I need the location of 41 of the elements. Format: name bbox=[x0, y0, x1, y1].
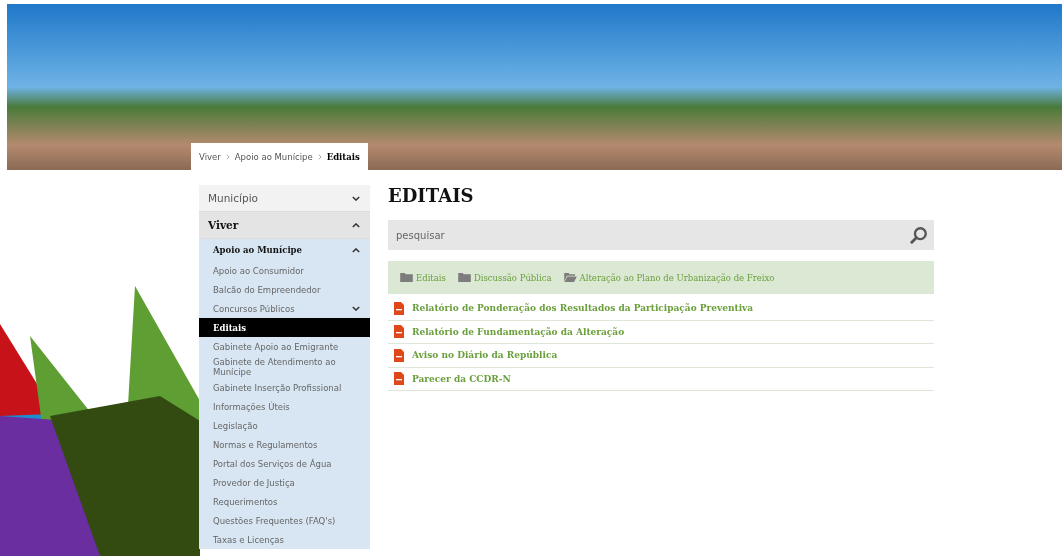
menu-item[interactable]: Requerimentos bbox=[199, 492, 370, 511]
document-link[interactable]: Aviso no Diário da República bbox=[412, 350, 558, 361]
breadcrumb-link[interactable]: Apoio ao Munícipe bbox=[234, 151, 313, 162]
pdf-file-icon bbox=[394, 301, 404, 315]
menu-item[interactable]: Gabinete Apoio ao Emigrante bbox=[199, 337, 370, 356]
menu-item[interactable]: Informações Úteis bbox=[199, 397, 370, 416]
document-link[interactable]: Relatório de Ponderação dos Resultados da Participação Preventiva bbox=[412, 303, 754, 314]
pdf-file-icon bbox=[394, 372, 404, 386]
menu-item[interactable]: Apoio ao Consumidor bbox=[199, 261, 370, 280]
document-link[interactable]: Parecer da CCDR-N bbox=[412, 373, 511, 384]
menu-item[interactable]: Viver bbox=[199, 212, 370, 239]
chevron-up-icon bbox=[352, 222, 360, 228]
breadcrumb-link[interactable]: Viver bbox=[199, 151, 221, 162]
menu-item[interactable]: Taxas e Licenças bbox=[199, 530, 370, 549]
menu-item[interactable]: Gabinete de Atendimento ao Munícipe bbox=[199, 356, 370, 378]
page-title: EDITAIS bbox=[388, 185, 475, 206]
menu-item[interactable]: Provedor de Justiça bbox=[199, 473, 370, 492]
breadcrumb-link[interactable]: Editais bbox=[326, 151, 360, 162]
menu-item[interactable]: Município bbox=[199, 185, 370, 212]
folder-link[interactable]: Alteração ao Plano de Urbanização de Freixo bbox=[579, 272, 775, 283]
folder-link[interactable]: Editais bbox=[416, 272, 446, 283]
chevron-right-icon bbox=[317, 153, 322, 160]
menu-item[interactable]: Gabinete Inserção Profissional bbox=[199, 378, 370, 397]
chevron-down-icon bbox=[352, 195, 360, 201]
menu-item[interactable]: Apoio ao Munícipe bbox=[199, 239, 370, 261]
menu-item[interactable]: Concursos Públicos bbox=[199, 299, 370, 318]
chevron-up-icon bbox=[352, 247, 360, 253]
menu-item[interactable]: Normas e Regulamentos bbox=[199, 435, 370, 454]
menu-item[interactable]: Balcão do Empreendedor bbox=[199, 280, 370, 299]
chevron-down-icon bbox=[352, 306, 360, 311]
menu-item[interactable]: Legislação bbox=[199, 416, 370, 435]
pdf-file-icon bbox=[394, 348, 404, 362]
chevron-right-icon bbox=[225, 153, 230, 160]
folder-link[interactable]: Discussão Pública bbox=[473, 272, 552, 283]
search-icon[interactable] bbox=[910, 226, 928, 244]
menu-item[interactable]: Portal dos Serviços de Água bbox=[199, 454, 370, 473]
menu-item[interactable]: Editais bbox=[199, 318, 370, 337]
search-field[interactable]: pesquisar bbox=[388, 220, 934, 250]
menu-item[interactable]: Questões Frequentes (FAQ's) bbox=[199, 511, 370, 530]
document-link[interactable]: Relatório de Fundamentação da Alteração bbox=[412, 326, 625, 337]
pdf-file-icon bbox=[394, 325, 404, 339]
